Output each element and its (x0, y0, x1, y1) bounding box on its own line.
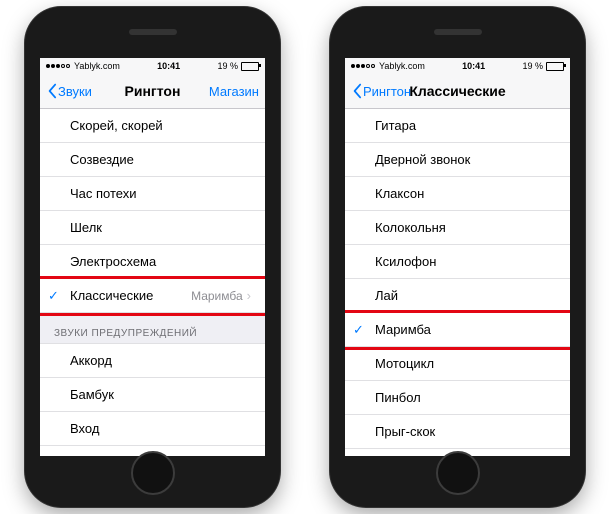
list-item[interactable]: Мотоцикл (345, 347, 570, 381)
list-item[interactable]: Колокольня (345, 211, 570, 245)
list-item-label: Ксилофон (375, 254, 436, 269)
list-item-label: Дверной звонок (375, 152, 470, 167)
list-item[interactable]: Бамбук (40, 378, 265, 412)
chevron-right-icon: › (247, 288, 251, 303)
list-item-label: Созвездие (70, 152, 134, 167)
list-item[interactable]: Клаксон (345, 177, 570, 211)
list-item-label: Час потехи (70, 186, 137, 201)
signal-dots-icon (46, 64, 70, 68)
list-item-label: Клаксон (375, 186, 424, 201)
list-item-label: Колокольня (375, 220, 446, 235)
screen: Yablyk.com 10:41 19 % Звуки Рингтон Мага… (40, 58, 265, 456)
back-label: Рингтон (363, 84, 411, 99)
nav-bar: Рингтон Классические (345, 74, 570, 109)
battery-pct: 19 % (522, 61, 543, 71)
ringtone-list[interactable]: Скорей, скорей Созвездие Час потехи Шелк… (40, 109, 265, 456)
phone-right: Yablyk.com 10:41 19 % Рингтон Классическ… (330, 7, 585, 507)
nav-store-button[interactable]: Магазин (209, 84, 259, 99)
battery-indicator: 19 % (522, 61, 564, 71)
back-button[interactable]: Рингтон (351, 83, 411, 99)
list-item[interactable]: Аккорд (40, 344, 265, 378)
list-item-label: Скорей, скорей (70, 118, 163, 133)
carrier-label: Yablyk.com (74, 61, 120, 71)
list-item-label: Пинбол (375, 390, 421, 405)
list-item[interactable]: Прыг-скок (345, 415, 570, 449)
list-item-detail: Маримба › (191, 288, 251, 303)
chevron-left-icon (351, 83, 363, 99)
clock: 10:41 (462, 61, 485, 71)
list-item[interactable]: Шелк (40, 211, 265, 245)
list-item[interactable]: Робот (345, 449, 570, 456)
battery-icon (241, 62, 259, 71)
status-bar: Yablyk.com 10:41 19 % (40, 58, 265, 74)
list-item-label: Бамбук (70, 387, 114, 402)
list-item[interactable]: Созвездие (40, 143, 265, 177)
signal-dots-icon (351, 64, 375, 68)
list-item-label: Шелк (70, 220, 102, 235)
battery-pct: 19 % (217, 61, 238, 71)
back-label: Звуки (58, 84, 92, 99)
list-item-label: Классические (70, 288, 153, 303)
list-item[interactable]: Пинбол (345, 381, 570, 415)
list-item[interactable]: Ксилофон (345, 245, 570, 279)
screen: Yablyk.com 10:41 19 % Рингтон Классическ… (345, 58, 570, 456)
carrier-label: Yablyk.com (379, 61, 425, 71)
list-item[interactable]: Вход (40, 412, 265, 446)
list-item-label: Электросхема (70, 254, 156, 269)
list-item-marimba[interactable]: ✓ Маримба (345, 313, 570, 347)
list-item[interactable]: Скорей, скорей (40, 109, 265, 143)
list-item-classic[interactable]: ✓ Классические Маримба › (40, 279, 265, 313)
list-item[interactable]: Лай (345, 279, 570, 313)
classic-list[interactable]: Гитара Дверной звонок Клаксон Колокольня… (345, 109, 570, 456)
back-button[interactable]: Звуки (46, 83, 92, 99)
section-header-alerts: ЗВУКИ ПРЕДУПРЕЖДЕНИЙ (40, 313, 265, 344)
list-item-label: Мотоцикл (375, 356, 434, 371)
list-item[interactable]: Электросхема (40, 245, 265, 279)
battery-icon (546, 62, 564, 71)
list-item-label: Аккорд (70, 353, 112, 368)
clock: 10:41 (157, 61, 180, 71)
checkmark-icon: ✓ (48, 288, 59, 304)
phone-left: Yablyk.com 10:41 19 % Звуки Рингтон Мага… (25, 7, 280, 507)
list-item[interactable]: Гитара (345, 109, 570, 143)
list-item-label: Лай (375, 288, 398, 303)
list-item-label: Гитара (375, 118, 416, 133)
status-bar: Yablyk.com 10:41 19 % (345, 58, 570, 74)
list-item[interactable]: Завершение (40, 446, 265, 456)
checkmark-icon: ✓ (353, 322, 364, 338)
battery-indicator: 19 % (217, 61, 259, 71)
list-item[interactable]: Час потехи (40, 177, 265, 211)
list-item-label: Завершение (70, 455, 146, 456)
chevron-left-icon (46, 83, 58, 99)
list-item-label: Вход (70, 421, 99, 436)
nav-bar: Звуки Рингтон Магазин (40, 74, 265, 109)
list-item[interactable]: Дверной звонок (345, 143, 570, 177)
detail-text: Маримба (191, 289, 243, 303)
list-item-label: Прыг-скок (375, 424, 435, 439)
list-item-label: Маримба (375, 322, 431, 337)
